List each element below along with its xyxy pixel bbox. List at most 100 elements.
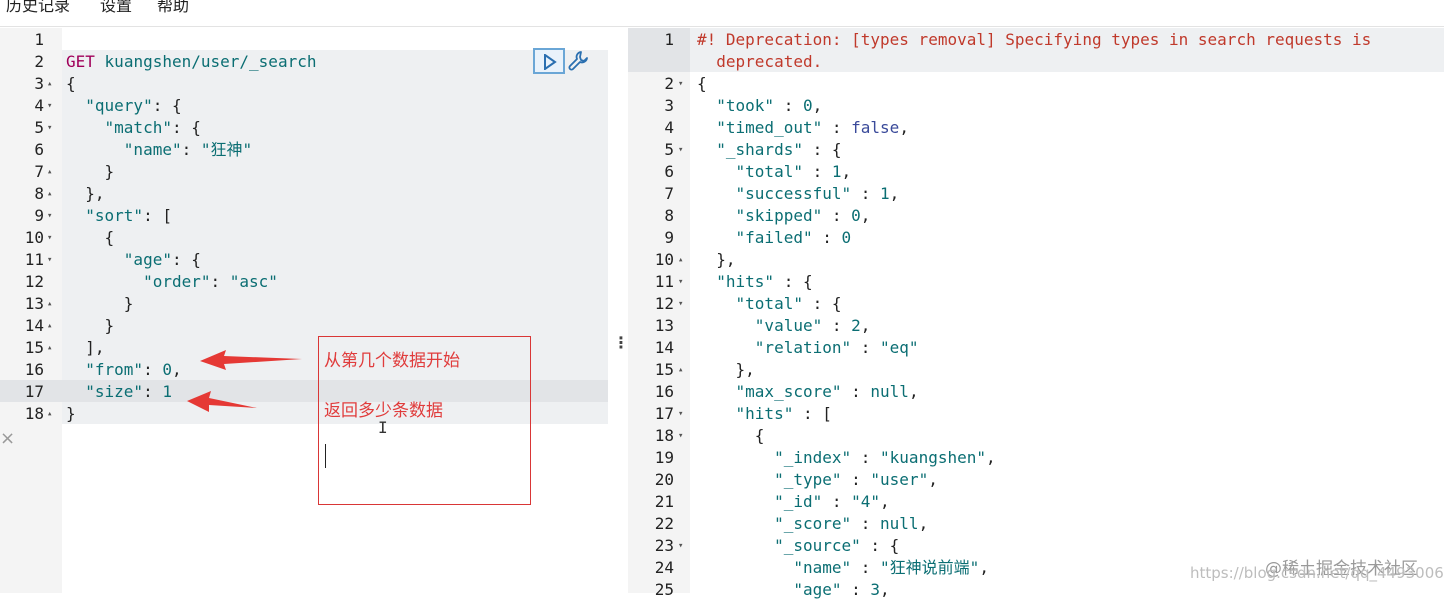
fold-toggle-icon[interactable]: ▾ (678, 535, 683, 557)
fold-toggle-icon[interactable]: ▾ (678, 293, 683, 315)
request-line[interactable]: 14 ▴ } (0, 315, 608, 337)
menu-history[interactable]: 历史记录 (6, 0, 70, 16)
code-text: "_score" : null, (774, 514, 929, 533)
run-request-button[interactable] (533, 48, 565, 74)
request-editor[interactable]: 1 2 GET kuangshen/user/_search 3 ▴{4 ▾ "query… (0, 28, 608, 593)
code-text: { (66, 74, 76, 93)
line-number: 12 (654, 294, 674, 313)
fold-toggle-icon[interactable]: ▴ (678, 249, 683, 271)
line-number: 25 (654, 580, 674, 599)
line-number: 24 (654, 558, 674, 577)
line-number: 12 (24, 272, 44, 291)
code-text: } (66, 404, 76, 423)
response-line: 6 "total" : 1, (628, 161, 1444, 183)
arrow-from-icon (200, 350, 302, 370)
line-number: 19 (654, 448, 674, 467)
pane-splitter[interactable] (608, 28, 628, 593)
code-text: }, (697, 250, 736, 269)
line-number: 11 (654, 272, 674, 291)
line-number: 15 (24, 338, 44, 357)
request-line[interactable]: 6 "name": "狂神" (0, 139, 608, 161)
fold-toggle-icon[interactable]: ▾ (678, 403, 683, 425)
code-text: "_id" : "4", (774, 492, 890, 511)
code-text: "name": "狂神" (123, 140, 253, 159)
response-viewer: 1 #! Deprecation: [types removal] Specify… (628, 28, 1444, 599)
fold-toggle-icon[interactable]: ▾ (678, 271, 683, 293)
code-text: }, (697, 360, 755, 379)
fold-toggle-icon[interactable]: ▴ (47, 337, 52, 359)
code-text: "failed" : 0 (735, 228, 852, 247)
fold-toggle-icon[interactable]: ▾ (678, 425, 683, 447)
request-line[interactable]: 2 GET kuangshen/user/_search (0, 51, 608, 73)
fold-toggle-icon[interactable]: ▴ (47, 315, 52, 337)
request-line[interactable]: 3 ▴ { (0, 73, 608, 95)
fold-toggle-icon[interactable]: ▾ (47, 249, 52, 271)
request-line[interactable]: 8 ▴ }, (0, 183, 608, 205)
line-number: 18 (654, 426, 674, 445)
request-line[interactable]: 7 ▴ } (0, 161, 608, 183)
fold-toggle-icon[interactable]: ▾ (47, 227, 52, 249)
code-text: "age" : 3, (793, 580, 890, 599)
close-icon[interactable]: × (0, 428, 15, 449)
response-line: 2 ▾ { (628, 73, 1444, 95)
menu-settings[interactable]: 设置 (100, 0, 132, 16)
code-text: "value" : 2, (754, 316, 871, 335)
code-text: "took" : 0, (716, 96, 823, 115)
request-line[interactable]: 13 ▴ } (0, 293, 608, 315)
request-line[interactable]: 9 ▾ "sort": [ (0, 205, 608, 227)
menu-bar: 历史记录 设置 帮助 (0, 0, 1444, 20)
line-number: 10 (654, 250, 674, 269)
code-text: GET kuangshen/user/_search (66, 52, 317, 71)
response-line: 25 "age" : 3, (628, 579, 1444, 601)
request-line[interactable]: 1 (0, 29, 608, 51)
fold-toggle-icon[interactable]: ▾ (678, 139, 683, 161)
fold-toggle-icon[interactable]: ▴ (678, 359, 683, 381)
line-number: 18 (24, 404, 44, 423)
fold-toggle-icon[interactable]: ▴ (47, 403, 52, 425)
line-number: 3 (34, 74, 44, 93)
fold-toggle-icon[interactable]: ▴ (47, 183, 52, 205)
code-text: "size": 1 (85, 382, 172, 401)
line-number: 14 (654, 338, 674, 357)
fold-toggle-icon[interactable]: ▾ (47, 205, 52, 227)
line-number: 6 (34, 140, 44, 159)
line-number: 23 (654, 536, 674, 555)
menu-help[interactable]: 帮助 (157, 0, 189, 16)
code-text: deprecated. (697, 52, 823, 71)
text-caret (325, 444, 326, 468)
fold-toggle-icon[interactable]: ▾ (47, 95, 52, 117)
response-line: 13 "value" : 2, (628, 315, 1444, 337)
line-number: 11 (24, 250, 44, 269)
response-line: 4 "timed_out" : false, (628, 117, 1444, 139)
fold-toggle-icon[interactable]: ▴ (47, 73, 52, 95)
line-number: 21 (654, 492, 674, 511)
fold-toggle-icon[interactable]: ▴ (47, 293, 52, 315)
response-line: 16 "max_score" : null, (628, 381, 1444, 403)
line-number: 7 (34, 162, 44, 181)
response-line: deprecated. (628, 51, 1444, 73)
line-number: 17 (654, 404, 674, 423)
fold-toggle-icon[interactable]: ▴ (47, 161, 52, 183)
fold-toggle-icon[interactable]: ▾ (47, 117, 52, 139)
response-line: 1 #! Deprecation: [types removal] Specify… (628, 29, 1444, 51)
request-line[interactable]: 5 ▾ "match": { (0, 117, 608, 139)
splitter-handle-icon[interactable]: ⋮ (613, 333, 629, 352)
request-line[interactable]: 4 ▾ "query": { (0, 95, 608, 117)
line-number: 10 (24, 228, 44, 247)
line-number: 2 (664, 74, 674, 93)
code-text: { (697, 426, 765, 445)
line-number: 4 (664, 118, 674, 137)
response-line: 9 "failed" : 0 (628, 227, 1444, 249)
fold-toggle-icon[interactable]: ▾ (678, 73, 683, 95)
code-text: "max_score" : null, (735, 382, 919, 401)
wrench-icon[interactable] (567, 50, 589, 72)
request-line[interactable]: 10 ▾ { (0, 227, 608, 249)
code-text: "_type" : "user", (774, 470, 938, 489)
request-line[interactable]: 11 ▾ "age": { (0, 249, 608, 271)
line-number: 20 (654, 470, 674, 489)
line-number: 5 (664, 140, 674, 159)
code-text: "match": { (104, 118, 201, 137)
line-number: 15 (654, 360, 674, 379)
request-line[interactable]: 12 "order": "asc" (0, 271, 608, 293)
code-text: ], (66, 338, 105, 357)
